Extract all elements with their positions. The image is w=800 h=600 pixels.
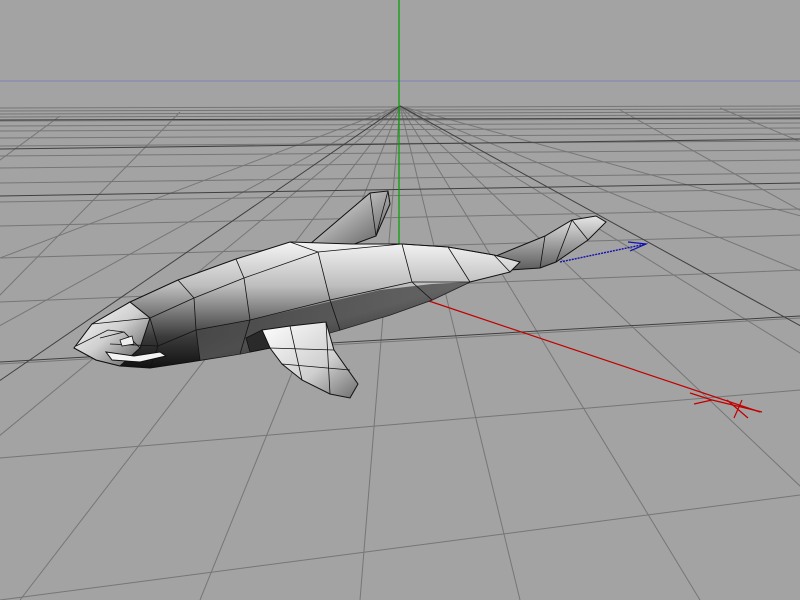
- perspective-viewport[interactable]: [0, 0, 800, 600]
- viewport-canvas[interactable]: [0, 0, 800, 600]
